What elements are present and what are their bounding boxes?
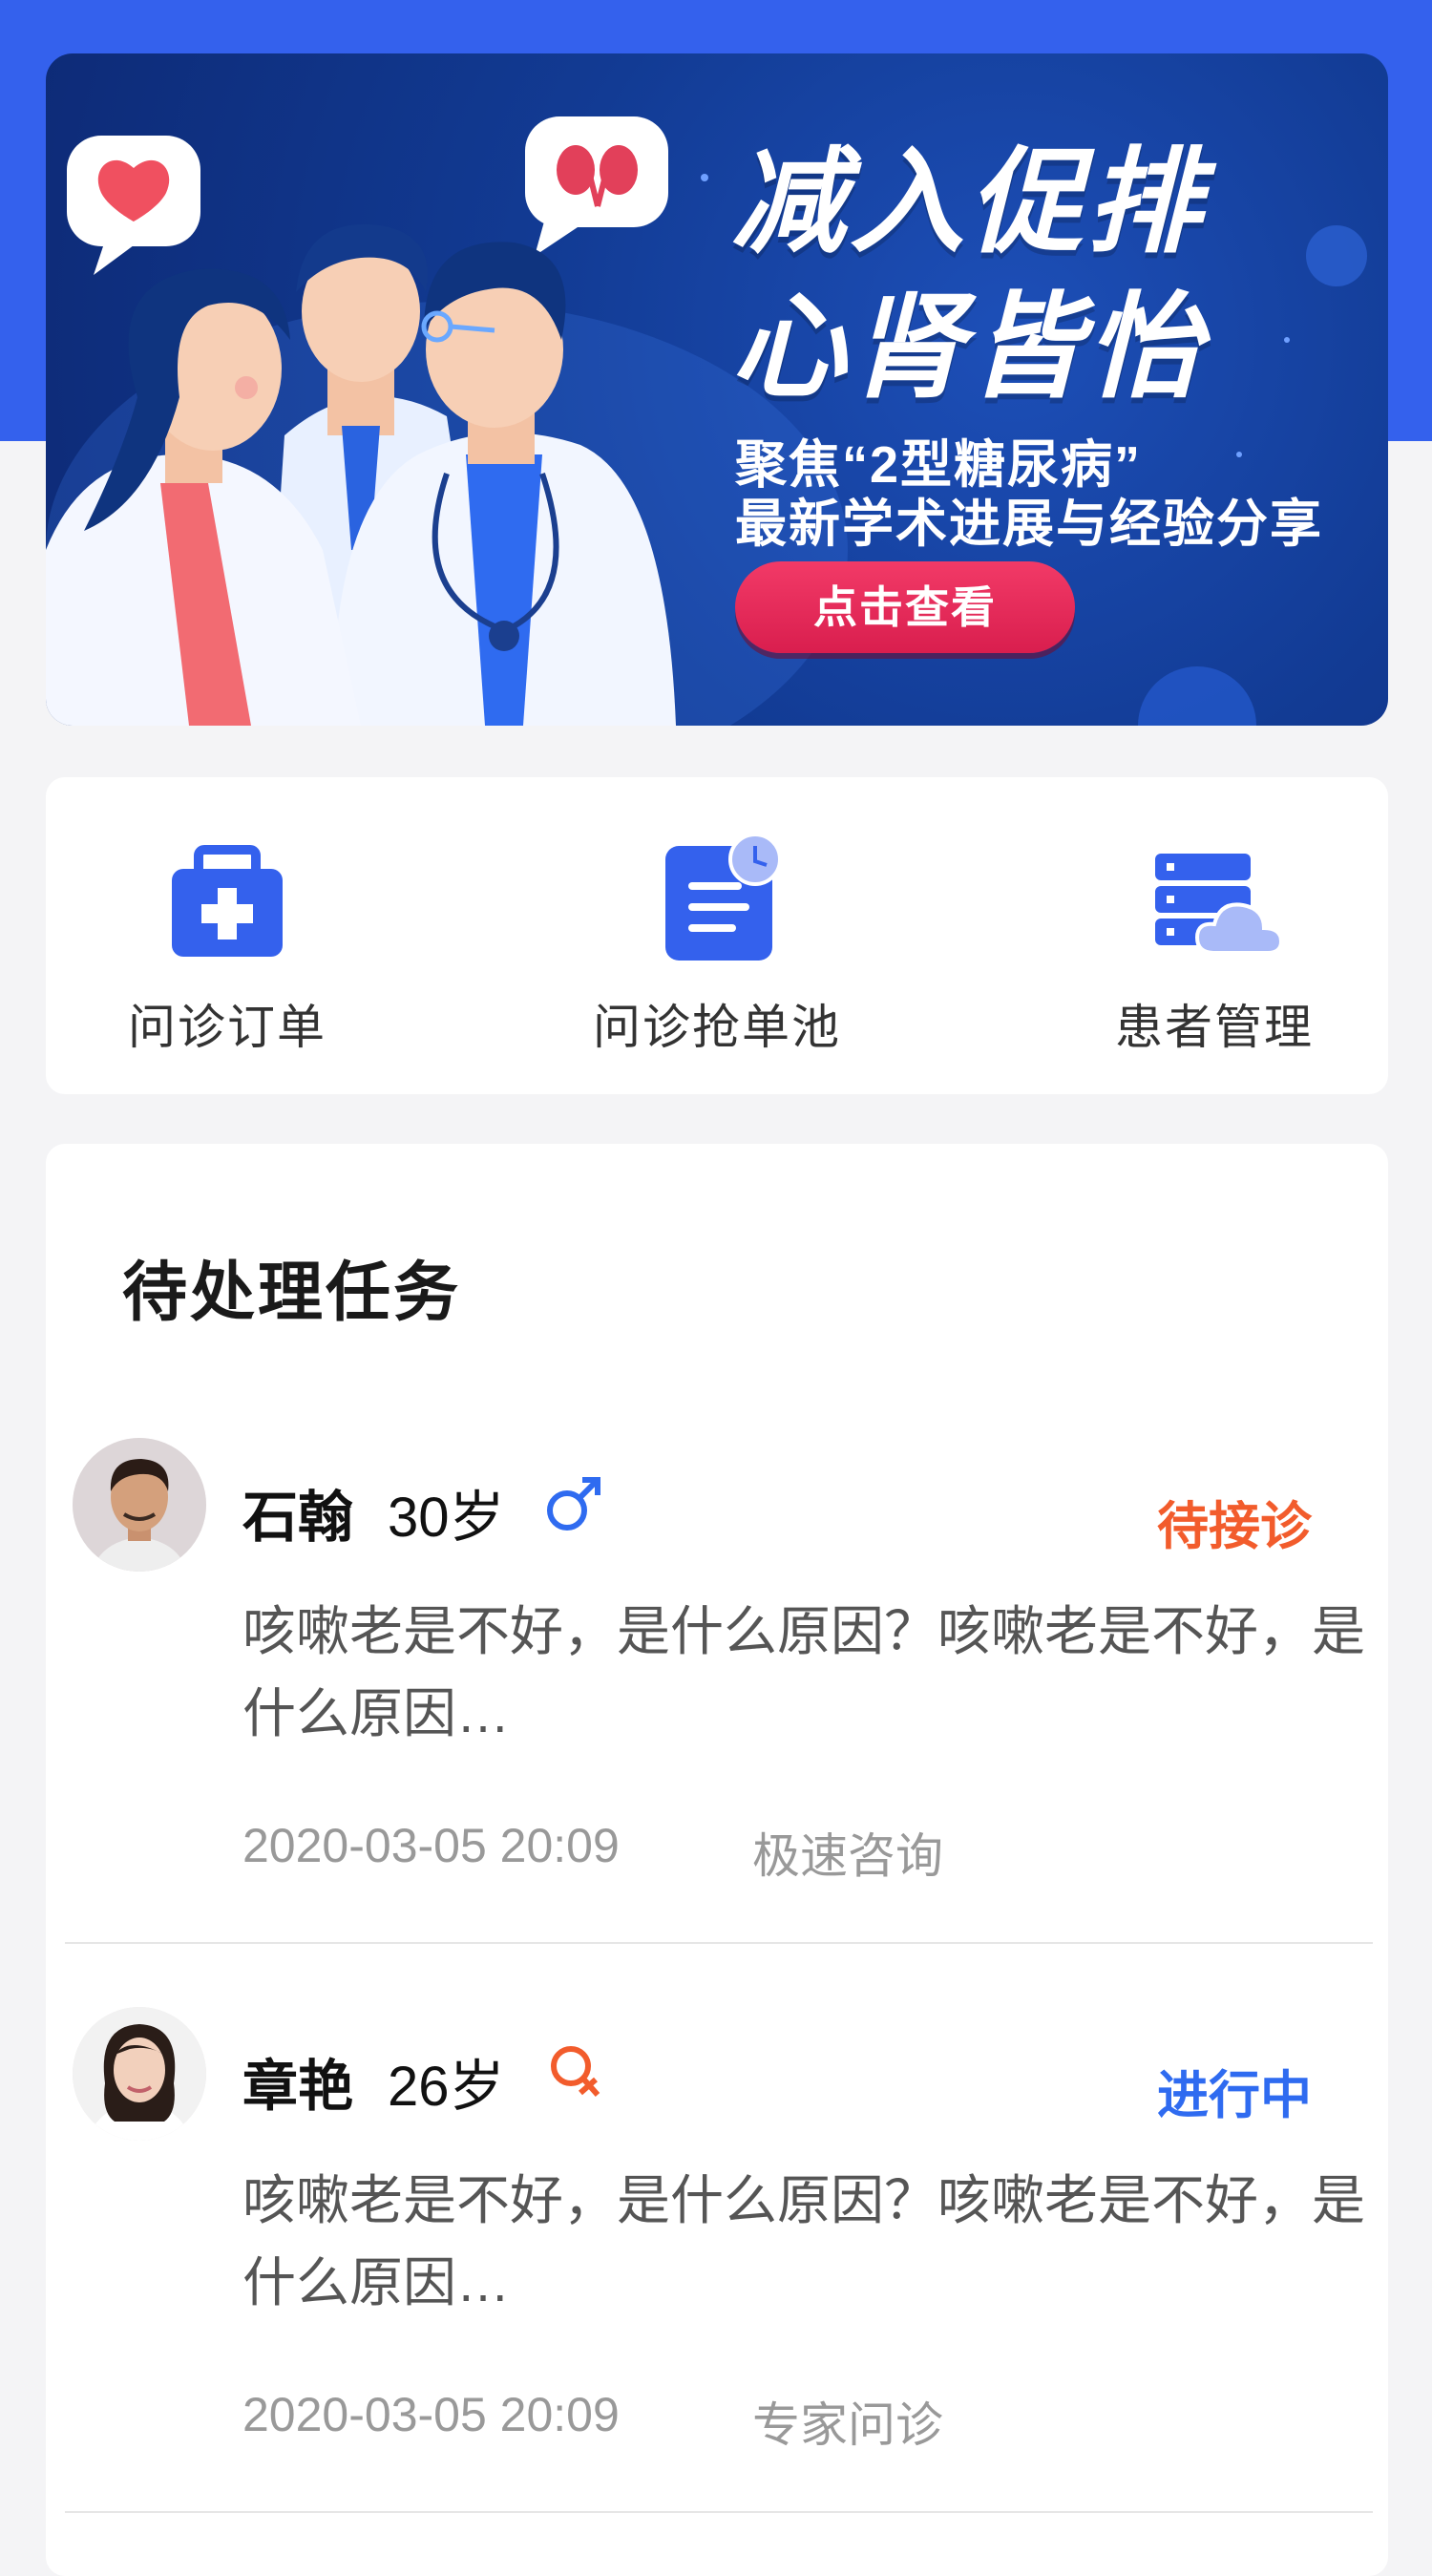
- menu-item-label: 问诊订单: [128, 1001, 326, 1054]
- male-icon: [547, 1477, 600, 1531]
- section-title: 待处理任务: [122, 1256, 462, 1329]
- banner-title-line2: 心肾皆怡: [731, 284, 1205, 412]
- menu-item-orders[interactable]: 问诊订单: [74, 777, 380, 1094]
- pending-tasks-card: 待处理任务 石翰 30岁 待接诊 咳嗽老是不好，是什么原因？咳嗽老是不好，是什么…: [46, 1144, 1388, 2576]
- task-type: 专家问诊: [752, 2398, 943, 2452]
- menu-item-label: 患者管理: [1115, 1001, 1314, 1054]
- banner-title: 减入促排 心肾皆怡: [731, 130, 1205, 420]
- view-details-button[interactable]: 点击查看: [735, 561, 1075, 653]
- avatar: [73, 1438, 206, 1572]
- task-item[interactable]: 章艳 26岁 进行中 咳嗽老是不好，是什么原因？咳嗽老是不好，是什么原因… 20…: [46, 2007, 1388, 2576]
- clipboard-clock-icon: [665, 834, 782, 961]
- status-badge: 进行中: [1157, 2067, 1312, 2124]
- task-description: 咳嗽老是不好，是什么原因？咳嗽老是不好，是什么原因…: [242, 2170, 1365, 2312]
- banner-subtitle: 聚焦“2型糖尿病” 最新学术进展与经验分享: [735, 435, 1323, 554]
- avatar: [73, 2007, 206, 2141]
- patient-name: 石翰: [242, 1487, 354, 1549]
- menu-item-patients[interactable]: 患者管理: [1062, 777, 1367, 1094]
- divider: [65, 1942, 1373, 1944]
- banner-subtitle-line1: 聚焦“2型糖尿病”: [735, 436, 1143, 494]
- menu-item-order-pool[interactable]: 问诊抢单池: [564, 777, 870, 1094]
- patient-age: 26岁: [388, 2056, 505, 2118]
- divider: [65, 2511, 1373, 2513]
- menu-item-label: 问诊抢单池: [593, 1001, 841, 1054]
- quick-menu: 问诊订单 问诊抢单池 患者管理: [46, 777, 1388, 1094]
- server-cloud-icon: [1155, 854, 1281, 955]
- task-time: 2020-03-05 20:09: [242, 1819, 620, 1872]
- patient-age: 30岁: [388, 1487, 505, 1549]
- banner-subtitle-line2: 最新学术进展与经验分享: [735, 496, 1323, 553]
- medical-kit-icon: [172, 845, 283, 957]
- task-description: 咳嗽老是不好，是什么原因？咳嗽老是不好，是什么原因…: [242, 1601, 1365, 1743]
- patient-name: 章艳: [242, 2056, 354, 2118]
- promo-banner[interactable]: 减入促排 心肾皆怡 聚焦“2型糖尿病” 最新学术进展与经验分享 点击查看: [46, 53, 1388, 726]
- task-time: 2020-03-05 20:09: [242, 2388, 620, 2441]
- female-icon: [551, 2046, 600, 2097]
- status-badge: 待接诊: [1157, 1498, 1312, 1555]
- banner-title-line1: 减入促排: [731, 138, 1205, 266]
- task-item[interactable]: 石翰 30岁 待接诊 咳嗽老是不好，是什么原因？咳嗽老是不好，是什么原因… 20…: [46, 1438, 1388, 2007]
- task-type: 极速咨询: [752, 1829, 943, 1883]
